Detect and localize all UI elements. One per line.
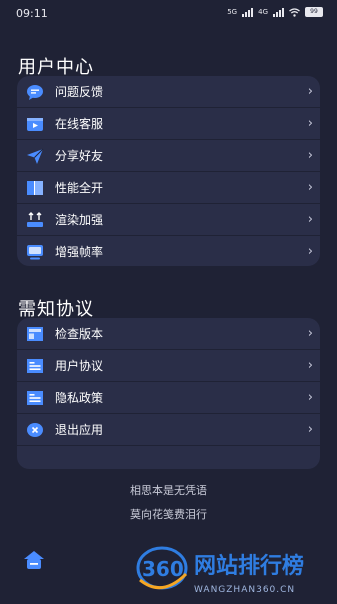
document-icon [27, 391, 43, 405]
chevron-right-icon: › [307, 358, 313, 373]
video-chat-icon [27, 118, 43, 131]
menu-item-feedback[interactable]: 问题反馈 › [17, 76, 320, 108]
menu-item-label: 渲染加强 [55, 213, 104, 227]
chevron-right-icon: › [307, 148, 313, 163]
footer-line-2: 莫向花笺费泪行 [130, 508, 207, 521]
chevron-right-icon: › [307, 422, 313, 437]
chevron-right-icon: › [307, 326, 313, 341]
battery-icon: 99 [305, 7, 323, 17]
home-icon[interactable] [22, 548, 46, 572]
menu-item-label: 检查版本 [55, 327, 104, 341]
watermark-360: 360 网站排行榜 WANGZHAN360.CN [132, 540, 337, 600]
network-4g-label: 4G [258, 8, 268, 16]
menu-item-check-version[interactable]: 检查版本 › [17, 318, 320, 350]
menu-item-label: 增强帧率 [55, 245, 104, 259]
watermark-title: 网站排行榜 [194, 553, 304, 579]
status-time: 09:11 [16, 7, 48, 20]
menu-item-label: 用户协议 [55, 359, 104, 373]
menu-item-performance[interactable]: 性能全开 › [17, 172, 320, 204]
chevron-right-icon: › [307, 212, 313, 227]
menu-item-privacy-policy[interactable]: 隐私政策 › [17, 382, 320, 414]
monitor-icon [27, 245, 43, 260]
watermark-logo-text: 360 [142, 557, 184, 581]
chevron-right-icon: › [307, 180, 313, 195]
network-5g-label: 5G [227, 8, 238, 16]
chevron-right-icon: › [307, 84, 313, 99]
signal-icon-2 [273, 7, 284, 17]
menu-item-label: 隐私政策 [55, 391, 104, 405]
watermark-subtitle: WANGZHAN360.CN [194, 585, 295, 595]
menu-item-exit-app[interactable]: 退出应用 › [17, 414, 320, 446]
user-center-card: 问题反馈 › 在线客服 › 分享好友 › 性能全开 › 渲染加强 › 增强帧率 … [17, 76, 320, 266]
chevron-right-icon: › [307, 116, 313, 131]
chevron-right-icon: › [307, 390, 313, 405]
menu-item-label: 问题反馈 [55, 85, 104, 99]
close-circle-icon [27, 423, 43, 437]
paper-plane-icon [27, 148, 44, 164]
menu-item-frame-boost[interactable]: 增强帧率 › [17, 236, 320, 266]
menu-item-label: 分享好友 [55, 149, 104, 163]
menu-item-label: 退出应用 [55, 423, 104, 437]
menu-item-user-agreement[interactable]: 用户协议 › [17, 350, 320, 382]
book-icon [27, 181, 43, 195]
upload-tray-icon [27, 212, 43, 227]
menu-item-share[interactable]: 分享好友 › [17, 140, 320, 172]
watermark-logo-icon: 360 网站排行榜 WANGZHAN360.CN [136, 546, 304, 595]
menu-item-online-service[interactable]: 在线客服 › [17, 108, 320, 140]
menu-item-render-boost[interactable]: 渲染加强 › [17, 204, 320, 236]
menu-item-label: 性能全开 [55, 181, 104, 195]
signal-icon [242, 7, 254, 17]
agreements-card: 检查版本 › 用户协议 › 隐私政策 › 退出应用 › [17, 318, 320, 469]
document-icon [27, 359, 43, 373]
footer-line-1: 相思本是无凭语 [130, 484, 207, 497]
menu-item-label: 在线客服 [55, 117, 104, 131]
layout-icon [27, 327, 43, 341]
status-icons: 5G 4G 99 [227, 7, 323, 17]
chat-bubble-icon [27, 85, 43, 100]
wifi-icon [289, 7, 300, 17]
status-bar: 09:11 5G 4G 99 [0, 0, 337, 26]
chevron-right-icon: › [307, 244, 313, 259]
